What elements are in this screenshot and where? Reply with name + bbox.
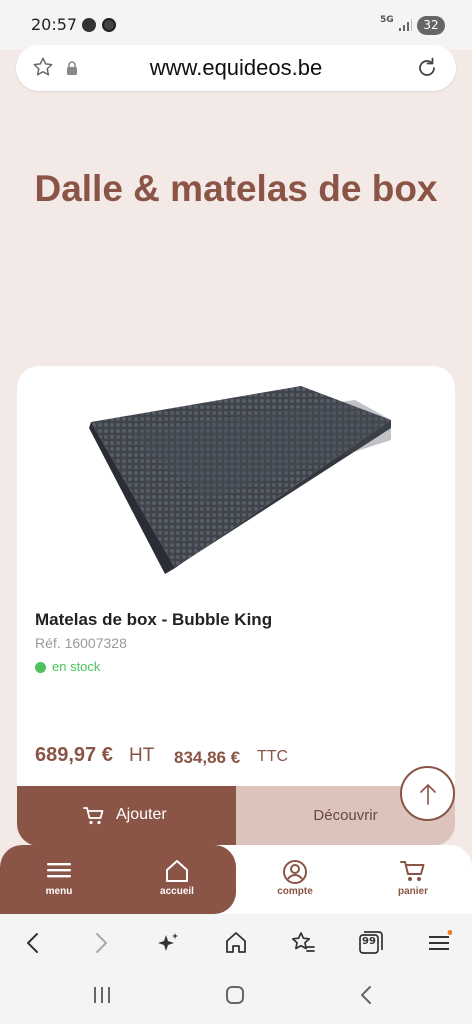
page-title: Dalle & matelas de box xyxy=(34,168,438,209)
nav-item-panier[interactable]: panier xyxy=(354,845,472,914)
add-button-label: Ajouter xyxy=(116,806,167,823)
nav-label-accueil: accueil xyxy=(160,886,194,897)
price-ht: 689,97 € xyxy=(35,744,113,766)
sparkle-icon[interactable] xyxy=(155,930,181,956)
home-icon xyxy=(166,860,188,882)
tabs-button[interactable]: 99 xyxy=(358,930,384,956)
nav-label-panier: panier xyxy=(397,886,428,897)
back-icon[interactable] xyxy=(20,930,46,956)
product-reference: Réf. 16007328 xyxy=(35,635,127,651)
forward-icon[interactable] xyxy=(88,930,114,956)
tabs-count: 99 xyxy=(362,936,376,947)
user-icon xyxy=(283,860,307,884)
nav-label-menu: menu xyxy=(45,886,73,897)
battery-icon: 32 xyxy=(417,16,445,35)
site-bottom-nav: menu accueil compte panier xyxy=(0,845,472,914)
price-ht-label: HT xyxy=(129,745,155,766)
football-icon xyxy=(102,18,116,32)
price-ttc-label: TTC xyxy=(257,748,289,765)
nav-item-accueil[interactable]: accueil xyxy=(118,845,236,914)
reload-icon[interactable] xyxy=(415,56,439,80)
stock-indicator-icon xyxy=(35,662,46,673)
nav-item-compte[interactable]: compte xyxy=(236,845,354,914)
menu-icon[interactable] xyxy=(426,930,452,956)
url-bar[interactable]: www.equideos.be xyxy=(16,45,456,91)
network-type: 5G xyxy=(380,15,394,25)
price-ttc: 834,86 € xyxy=(174,748,241,767)
status-time: 20:57 xyxy=(31,15,78,34)
arrow-up-icon xyxy=(420,784,436,805)
product-card[interactable]: Matelas de box - Bubble King Réf. 160073… xyxy=(17,366,455,846)
system-home-icon[interactable] xyxy=(224,984,246,1006)
bookmarks-icon[interactable] xyxy=(290,930,316,956)
system-nav-bar xyxy=(0,970,472,1024)
home-icon[interactable] xyxy=(223,930,249,956)
scroll-to-top-button[interactable] xyxy=(400,766,455,821)
nav-label-compte: compte xyxy=(277,886,313,897)
recent-apps-icon[interactable] xyxy=(91,984,113,1006)
messenger-icon xyxy=(82,18,96,32)
cart-icon xyxy=(83,807,104,825)
signal-icon xyxy=(399,19,412,31)
add-to-cart-button[interactable]: Ajouter xyxy=(17,786,236,846)
url-text[interactable]: www.equideos.be xyxy=(16,55,456,81)
product-image[interactable] xyxy=(85,368,391,596)
nav-item-menu[interactable]: menu xyxy=(0,845,118,914)
cart-icon xyxy=(400,861,425,881)
browser-toolbar: 99 xyxy=(0,914,472,970)
stock-status: en stock xyxy=(52,659,101,674)
system-back-icon[interactable] xyxy=(356,984,378,1006)
status-bar: 20:57 5G 32 xyxy=(0,0,472,50)
product-name[interactable]: Matelas de box - Bubble King xyxy=(35,610,272,630)
hamburger-icon xyxy=(47,863,71,878)
